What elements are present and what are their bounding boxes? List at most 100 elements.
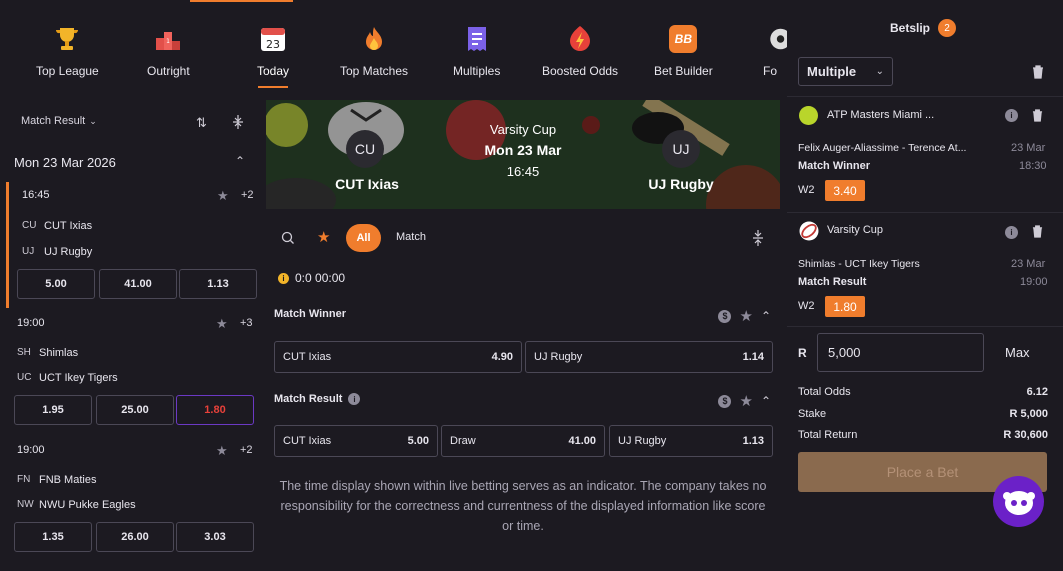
total-value: R 30,600 bbox=[1003, 429, 1048, 441]
date-header: Mon 23 Mar 2026 bbox=[14, 155, 116, 170]
dollar-icon[interactable]: $ bbox=[718, 394, 732, 408]
currency-label: R bbox=[798, 346, 807, 360]
team-name: UJ Rugby bbox=[44, 246, 93, 258]
odd-button-home[interactable]: 1.95 bbox=[14, 395, 92, 425]
chevron-down-icon: ⌄ bbox=[875, 66, 884, 77]
tab-all[interactable]: All bbox=[346, 224, 381, 252]
team-name: CUT Ixias bbox=[44, 220, 93, 232]
selection-label: Draw bbox=[450, 435, 476, 447]
chevron-up-icon[interactable]: ⌃ bbox=[761, 394, 771, 408]
nav-label: Boosted Odds bbox=[542, 64, 619, 78]
sort-icon[interactable]: ⇅ bbox=[196, 115, 207, 131]
active-underline bbox=[258, 86, 288, 88]
odd-button-home[interactable]: 1.35 bbox=[14, 522, 92, 552]
bet-pick: W2 bbox=[798, 184, 815, 196]
more-markets-count[interactable]: +3 bbox=[240, 317, 253, 329]
chevron-down-icon: ⌄ bbox=[89, 115, 97, 126]
team-row: NW NWU Pukke Eagles bbox=[17, 499, 136, 511]
bet-type-dropdown[interactable]: Multiple ⌄ bbox=[798, 57, 893, 86]
nav-item-top-matches[interactable]: Top Matches bbox=[340, 22, 408, 78]
nav-item-top-league[interactable]: Top League bbox=[36, 22, 99, 78]
odd-button-away[interactable]: 1.13 bbox=[179, 269, 257, 299]
dollar-icon[interactable]: $ bbox=[718, 309, 732, 323]
betslip-item: Varsity Cup i Shimlas - UCT Ikey Tigers … bbox=[787, 212, 1063, 326]
max-stake-button[interactable]: Max bbox=[1005, 345, 1030, 360]
nav-item-today[interactable]: 23 Today bbox=[256, 22, 290, 88]
info-icon[interactable]: i bbox=[1005, 109, 1018, 122]
nav-item-outright[interactable]: 1 Outright bbox=[147, 22, 190, 78]
odd-button-draw[interactable]: 26.00 bbox=[96, 522, 174, 552]
live-disclaimer: The time display shown within live betti… bbox=[279, 479, 767, 533]
collapse-all-icon[interactable] bbox=[232, 114, 244, 130]
market-title: Match Winner bbox=[274, 308, 346, 320]
market-filter-bar: ★ All Match bbox=[266, 223, 781, 253]
selection-button[interactable]: Draw 41.00 bbox=[441, 425, 605, 457]
odd-button-draw[interactable]: 25.00 bbox=[96, 395, 174, 425]
info-icon[interactable]: i bbox=[348, 393, 361, 405]
svg-text:23: 23 bbox=[266, 38, 280, 51]
selection-button[interactable]: UJ Rugby 1.13 bbox=[609, 425, 773, 457]
info-icon[interactable]: i bbox=[1005, 226, 1018, 239]
trash-icon[interactable] bbox=[1032, 109, 1043, 127]
favorite-star-icon[interactable]: ★ bbox=[217, 188, 229, 204]
favorites-star-icon[interactable]: ★ bbox=[317, 228, 330, 246]
trash-icon[interactable] bbox=[1032, 225, 1043, 243]
live-score-row: i 0:0 00:00 bbox=[278, 271, 345, 285]
team-name: NWU Pukke Eagles bbox=[39, 499, 136, 511]
nav-label: Outright bbox=[147, 64, 190, 78]
nav-item-football[interactable]: Fo bbox=[760, 22, 787, 78]
match-list-panel: Match Result ⌄ ⇅ Mon 23 Mar 2026 ⌃ 16:45… bbox=[0, 98, 262, 571]
event-detail-panel: CU UJ CUT Ixias UJ Rugby Varsity Cup Mon… bbox=[266, 98, 781, 571]
market-filter-dropdown[interactable]: Match Result ⌄ bbox=[21, 115, 97, 127]
stake-row: Stake R 5,000 bbox=[798, 408, 1048, 420]
selection-button[interactable]: CUT Ixias 4.90 bbox=[274, 341, 522, 373]
nav-item-bet-builder[interactable]: BB Bet Builder bbox=[654, 22, 713, 78]
odd-button-draw[interactable]: 41.00 bbox=[99, 269, 177, 299]
event-date: Mon 23 Mar bbox=[484, 142, 562, 158]
nav-item-boosted-odds[interactable]: Boosted Odds bbox=[542, 22, 618, 78]
total-return-row: Total Return R 30,600 bbox=[798, 429, 1048, 441]
more-markets-count[interactable]: +2 bbox=[241, 189, 254, 201]
total-odds-row: Total Odds 6.12 bbox=[798, 386, 1048, 398]
match-time: 16:45 bbox=[22, 189, 50, 201]
collapse-all-icon[interactable] bbox=[752, 229, 764, 252]
nav-label: Top League bbox=[36, 64, 99, 78]
chevron-up-icon[interactable]: ⌃ bbox=[761, 309, 771, 323]
odd-button-home[interactable]: 5.00 bbox=[17, 269, 95, 299]
team-name: UCT Ikey Tigers bbox=[39, 372, 118, 384]
chevron-up-icon[interactable]: ⌃ bbox=[235, 154, 245, 168]
team-abbr: UJ bbox=[22, 246, 35, 257]
bet-odd: 3.40 bbox=[825, 180, 865, 201]
total-value: 6.12 bbox=[1026, 386, 1048, 398]
chat-support-button[interactable] bbox=[993, 476, 1044, 527]
nav-label: Bet Builder bbox=[654, 64, 713, 78]
bet-date: 23 Mar bbox=[1011, 258, 1046, 270]
search-icon[interactable] bbox=[281, 231, 295, 250]
ticket-icon bbox=[460, 22, 494, 56]
market-actions: $ ★ ⌃ bbox=[718, 392, 771, 410]
fire-icon bbox=[357, 22, 391, 56]
star-icon[interactable]: ★ bbox=[739, 307, 752, 325]
selection-label: UJ Rugby bbox=[618, 435, 667, 447]
favorite-star-icon[interactable]: ★ bbox=[216, 316, 228, 332]
team-abbr: FN bbox=[17, 474, 31, 485]
trophy-icon bbox=[50, 22, 84, 56]
event-banner: CU UJ CUT Ixias UJ Rugby Varsity Cup Mon… bbox=[266, 100, 780, 209]
selection-button[interactable]: CUT Ixias 5.00 bbox=[274, 425, 438, 457]
trash-all-icon[interactable] bbox=[1032, 65, 1044, 84]
star-icon[interactable]: ★ bbox=[739, 392, 752, 410]
odd-button-away[interactable]: 3.03 bbox=[176, 522, 254, 552]
nav-item-multiples[interactable]: Multiples bbox=[453, 22, 500, 78]
bet-market: Match Result bbox=[798, 276, 867, 288]
stake-input[interactable]: 5,000 bbox=[817, 333, 984, 372]
team-abbr: NW bbox=[17, 499, 34, 510]
tab-match[interactable]: Match bbox=[396, 231, 426, 243]
favorite-star-icon[interactable]: ★ bbox=[216, 443, 228, 459]
market-actions: $ ★ ⌃ bbox=[718, 307, 771, 325]
selection-button[interactable]: UJ Rugby 1.14 bbox=[525, 341, 773, 373]
odd-button-away-selected[interactable]: 1.80 bbox=[176, 395, 254, 425]
stake-value: 5,000 bbox=[828, 345, 861, 360]
event-time: 16:45 bbox=[506, 164, 540, 179]
more-markets-count[interactable]: +2 bbox=[240, 444, 253, 456]
bet-odd: 1.80 bbox=[825, 296, 865, 317]
